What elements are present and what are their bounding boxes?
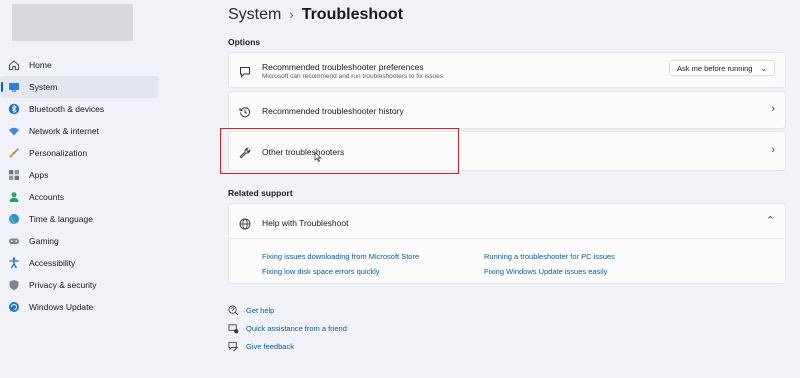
sidebar-item-label: Network & internet [29,126,99,136]
quick-assist-icon [228,324,239,334]
other-troubleshooters-card[interactable]: Other troubleshooters › [228,131,786,171]
chevron-right-icon: › [771,144,775,156]
account-avatar-placeholder[interactable] [12,4,133,41]
sidebar-item-personalization[interactable]: Personalization [0,142,170,164]
breadcrumb-separator: › [289,7,294,22]
related-support-heading: Related support [228,188,293,198]
mouse-cursor-icon [314,152,322,162]
troubleshooter-history-card[interactable]: Recommended troubleshooter history › [228,91,786,129]
sidebar-item-label: Accessibility [29,258,76,268]
divider [229,238,785,239]
apps-icon [8,169,20,181]
card-title: Other troubleshooters [262,147,345,157]
globe-icon [8,213,20,225]
help-link[interactable]: Running a troubleshooter for PC issues [484,252,615,261]
sidebar-item-bluetooth[interactable]: Bluetooth & devices [0,98,170,120]
page-title: Troubleshoot [301,6,404,23]
sidebar-item-label: Windows Update [29,302,94,312]
sidebar: Home System Bluetooth & devices Network … [0,0,170,378]
help-link[interactable]: Fixing Windows Update issues easily [484,267,607,276]
get-help-label: Get help [246,306,275,315]
sidebar-item-label: Privacy & security [29,280,97,290]
feedback-icon [228,341,238,352]
get-help-link[interactable]: Get help [228,305,274,316]
accounts-icon [8,191,20,203]
sidebar-item-label: Time & language [29,214,93,224]
help-icon [228,305,239,316]
sidebar-item-label: Bluetooth & devices [29,104,105,114]
sidebar-item-system[interactable]: System [0,76,159,98]
sidebar-item-label: Gaming [29,236,59,246]
shield-icon [8,279,20,291]
main-content: System › Troubleshoot Options Recommended … [220,0,800,378]
help-link[interactable]: Fixing low disk space errors quickly [262,267,380,276]
chevron-up-icon[interactable]: ⌃ [766,214,775,227]
give-feedback-label: Give feedback [246,342,294,351]
wrench-icon [239,146,251,159]
system-icon [8,81,20,93]
help-link[interactable]: Fixing issues downloading from Microsoft… [262,252,419,261]
card-title: Recommended troubleshooter preferences [262,62,424,72]
gaming-icon [8,235,20,247]
chevron-right-icon: › [771,103,775,115]
sidebar-item-gaming[interactable]: Gaming [0,230,170,252]
dropdown-value: Ask me before running [677,63,753,73]
accessibility-icon [8,257,20,269]
wifi-icon [8,125,20,137]
sidebar-item-time-language[interactable]: Time & language [0,208,170,230]
sidebar-item-label: Home [29,60,52,70]
options-heading: Options [228,37,261,47]
quick-assist-label: Quick assistance from a friend [246,324,347,333]
history-icon [239,105,251,118]
brush-icon [8,147,20,159]
sidebar-item-label: Apps [29,170,49,180]
help-with-troubleshoot-card: Help with Troubleshoot ⌃ Fixing issues d… [228,203,786,284]
sidebar-item-windows-update[interactable]: Windows Update [0,296,170,318]
sidebar-item-network[interactable]: Network & internet [0,120,170,142]
quick-assist-link[interactable]: Quick assistance from a friend [228,323,347,334]
home-icon [8,59,20,71]
breadcrumb: System › Troubleshoot [228,6,403,24]
bluetooth-icon [8,103,20,115]
card-subtitle: Microsoft can recommend and run troubles… [262,73,444,80]
chevron-down-icon: ⌄ [760,63,767,73]
sidebar-item-accessibility[interactable]: Accessibility [0,252,170,274]
sidebar-item-label: Personalization [29,148,88,158]
sidebar-item-privacy-security[interactable]: Privacy & security [0,274,170,296]
breadcrumb-parent[interactable]: System [228,6,281,23]
card-title: Recommended troubleshooter history [262,106,404,116]
globe-icon [239,217,251,230]
run-preference-dropdown[interactable]: Ask me before running ⌄ [669,60,775,76]
sidebar-item-accounts[interactable]: Accounts [0,186,170,208]
sidebar-nav: Home System Bluetooth & devices Network … [0,54,170,318]
chat-bubble-icon [239,65,251,78]
sidebar-item-apps[interactable]: Apps [0,164,170,186]
give-feedback-link[interactable]: Give feedback [228,341,294,352]
card-title: Help with Troubleshoot [262,218,349,228]
update-icon [8,301,20,313]
sidebar-item-home[interactable]: Home [0,54,170,76]
sidebar-item-label: Accounts [29,192,64,202]
troubleshooter-preferences-card: Recommended troubleshooter preferences M… [228,52,786,88]
sidebar-item-label: System [29,82,58,92]
